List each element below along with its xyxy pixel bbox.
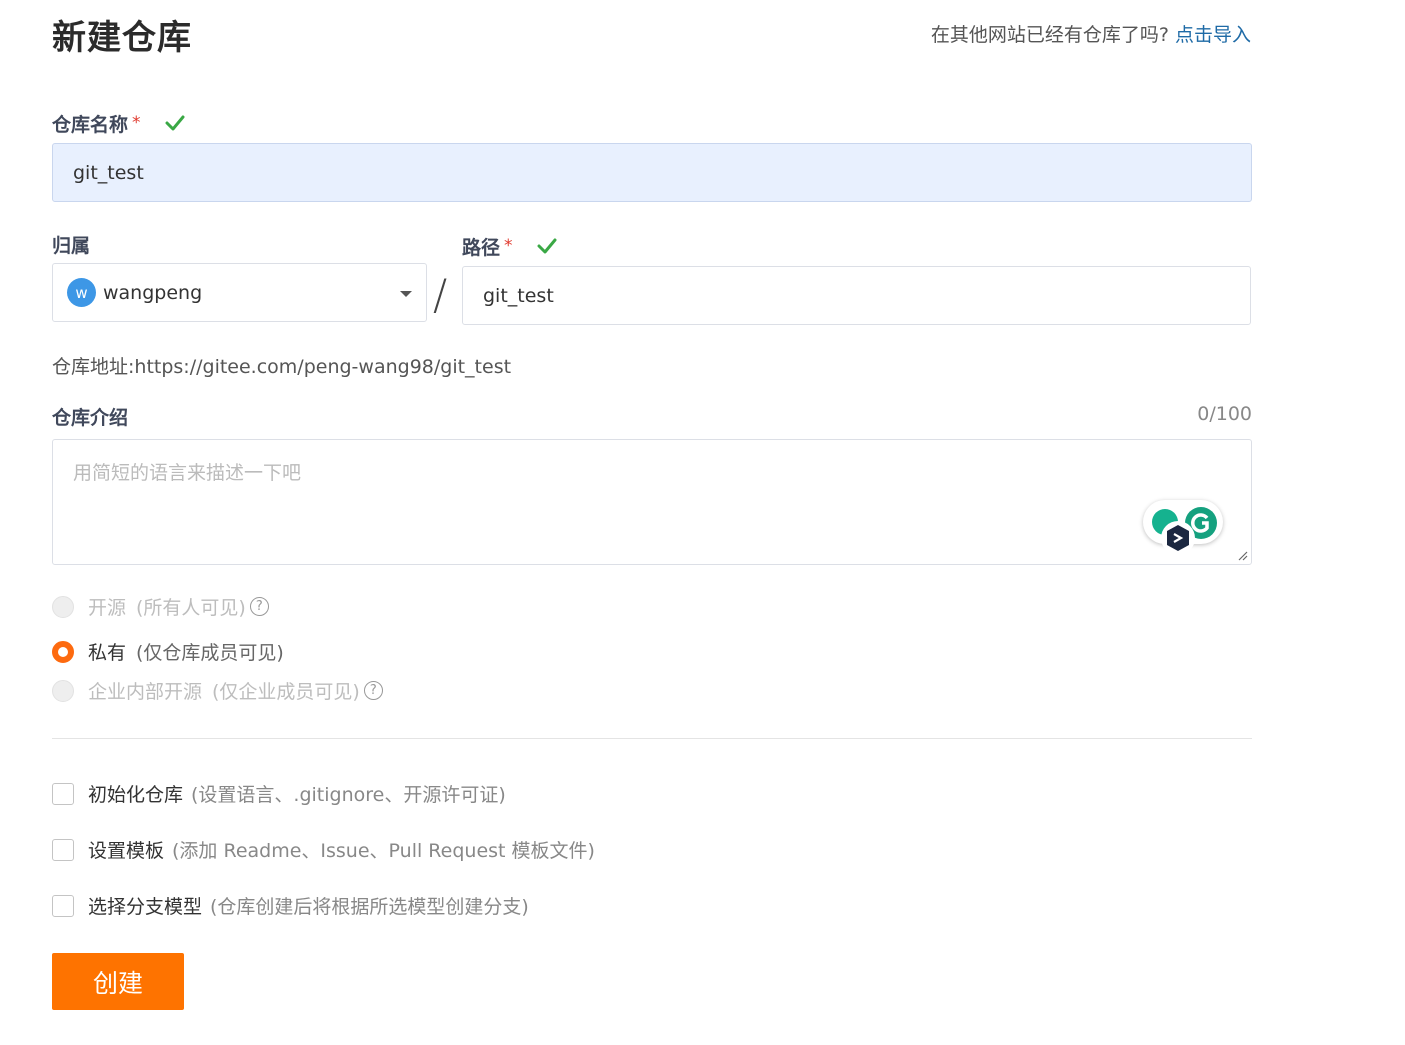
owner-value: wangpeng bbox=[103, 281, 203, 304]
option-label: 企业内部开源 bbox=[88, 681, 203, 703]
option-hint: (仅企业成员可见) bbox=[212, 681, 360, 703]
visibility-enterprise: 企业内部开源 (仅企业成员可见) ? bbox=[52, 677, 383, 704]
path-value: git_test bbox=[483, 284, 554, 307]
caret-down-icon bbox=[400, 291, 412, 297]
check-icon bbox=[537, 238, 557, 254]
option-hint: (仓库创建后将根据所选模型创建分支) bbox=[210, 896, 529, 918]
intro-label: 仓库介绍 bbox=[52, 407, 129, 429]
help-icon[interactable]: ? bbox=[249, 597, 269, 616]
intro-textarea[interactable]: 用简短的语言来描述一下吧 bbox=[52, 439, 1252, 565]
radio-open-source bbox=[52, 595, 74, 618]
radio-enterprise bbox=[52, 679, 74, 702]
intro-placeholder: 用简短的语言来描述一下吧 bbox=[73, 462, 302, 484]
branch-model-checkbox[interactable] bbox=[52, 894, 74, 917]
path-label-text: 路径 bbox=[462, 237, 501, 259]
required-mark: * bbox=[504, 236, 513, 256]
import-prompt: 在其他网站已经有仓库了吗? 点击导入 bbox=[931, 20, 1251, 47]
template-checkbox[interactable] bbox=[52, 838, 74, 861]
page-title: 新建仓库 bbox=[52, 18, 192, 58]
repo-address: 仓库地址:https://gitee.com/peng-wang98/git_t… bbox=[52, 356, 512, 378]
option-label: 开源 bbox=[88, 597, 127, 619]
option-label: 私有 bbox=[88, 642, 127, 664]
option-label: 设置模板 bbox=[88, 840, 165, 862]
check-icon bbox=[165, 115, 185, 131]
repo-name-value: git_test bbox=[73, 161, 144, 184]
intro-char-count: 0/100 bbox=[1197, 403, 1252, 425]
resize-handle-icon[interactable] bbox=[1238, 551, 1248, 561]
owner-label: 归属 bbox=[52, 235, 91, 257]
template-option[interactable]: 设置模板 (添加 Readme、Issue、Pull Request 模板文件) bbox=[52, 836, 595, 863]
extension-widget[interactable] bbox=[1143, 500, 1223, 555]
owner-select[interactable]: w wangpeng bbox=[52, 263, 427, 322]
required-mark: * bbox=[132, 113, 141, 133]
import-prompt-text: 在其他网站已经有仓库了吗? bbox=[930, 24, 1169, 46]
import-link[interactable]: 点击导入 bbox=[1175, 24, 1251, 46]
option-label: 初始化仓库 bbox=[88, 784, 184, 806]
help-icon[interactable]: ? bbox=[363, 681, 383, 700]
path-input[interactable]: git_test bbox=[462, 266, 1251, 325]
divider bbox=[52, 738, 1252, 739]
branch-model-option[interactable]: 选择分支模型 (仓库创建后将根据所选模型创建分支) bbox=[52, 892, 529, 919]
repo-name-input[interactable]: git_test bbox=[52, 143, 1252, 202]
repo-name-label: 仓库名称 * bbox=[52, 110, 185, 137]
radio-private[interactable] bbox=[52, 640, 74, 663]
create-button[interactable]: 创建 bbox=[52, 953, 184, 1010]
visibility-private[interactable]: 私有 (仅仓库成员可见) bbox=[52, 638, 284, 665]
avatar: w bbox=[67, 278, 96, 307]
grammarly-icon[interactable] bbox=[1143, 500, 1223, 558]
option-hint: (添加 Readme、Issue、Pull Request 模板文件) bbox=[172, 840, 595, 862]
visibility-open-source: 开源 (所有人可见) ? bbox=[52, 593, 269, 620]
path-separator: / bbox=[433, 270, 448, 319]
option-label: 选择分支模型 bbox=[88, 896, 203, 918]
option-hint: (所有人可见) bbox=[136, 597, 246, 619]
option-hint: (设置语言、.gitignore、开源许可证) bbox=[191, 784, 506, 806]
init-repo-checkbox[interactable] bbox=[52, 782, 74, 805]
path-label: 路径 * bbox=[462, 233, 557, 260]
init-repo-option[interactable]: 初始化仓库 (设置语言、.gitignore、开源许可证) bbox=[52, 780, 506, 807]
repo-name-label-text: 仓库名称 bbox=[52, 114, 129, 136]
option-hint: (仅仓库成员可见) bbox=[136, 642, 284, 664]
